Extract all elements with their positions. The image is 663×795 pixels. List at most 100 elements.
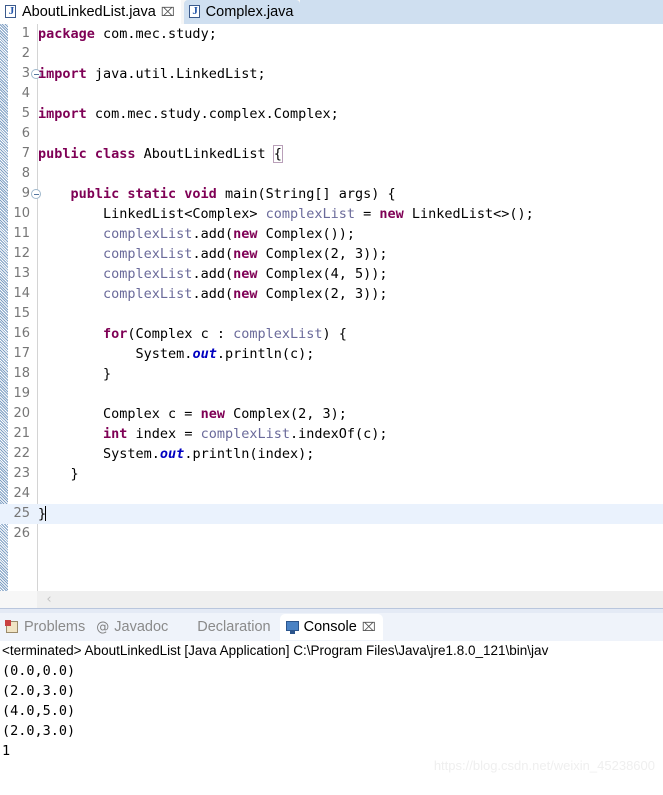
view-tab-javadoc[interactable]: @ Javadoc: [90, 614, 173, 640]
code-token: LinkedList<>();: [411, 206, 534, 222]
code-line[interactable]: 25}: [0, 504, 663, 524]
code-line[interactable]: 22 System.out.println(index);: [0, 444, 663, 464]
code-text: complexList.add(new Complex(2, 3));: [38, 244, 387, 264]
view-tab-label: Console: [303, 619, 357, 635]
editor-horizontal-scrollbar[interactable]: ‹: [0, 591, 663, 608]
code-token: ) {: [322, 326, 347, 342]
code-line[interactable]: 20 Complex c = new Complex(2, 3);: [0, 404, 663, 424]
text-cursor: [45, 506, 47, 521]
console-icon: [285, 620, 300, 635]
code-line[interactable]: 10 LinkedList<Complex> complexList = new…: [0, 204, 663, 224]
code-line[interactable]: 5 import com.mec.study.complex.Complex;: [0, 104, 663, 124]
view-tab-bar: Problems @ Javadoc Declaration Console ⌧: [0, 613, 663, 641]
code-token: Complex());: [265, 226, 355, 242]
code-text: package com.mec.study;: [38, 24, 217, 44]
code-line[interactable]: 17 System.out.println(c);: [0, 344, 663, 364]
code-text: complexList.add(new Complex(4, 5));: [38, 264, 388, 284]
code-line[interactable]: 9 public static void main(String[] args)…: [0, 184, 663, 204]
console-output-area[interactable]: <terminated> AboutLinkedList [Java Appli…: [0, 641, 663, 795]
code-token: package: [38, 26, 104, 42]
code-token: com.mec.study.complex.Complex;: [94, 106, 339, 122]
code-token: LinkedList<Complex>: [38, 206, 266, 222]
view-tab-problems[interactable]: Problems: [0, 614, 90, 640]
code-line[interactable]: 26: [0, 524, 663, 544]
code-token: new: [233, 226, 266, 242]
code-line[interactable]: 4: [0, 84, 663, 104]
code-line[interactable]: 2: [0, 44, 663, 64]
editor-tab-inactive[interactable]: J Complex.java: [183, 0, 300, 24]
code-line[interactable]: 23 }: [0, 464, 663, 484]
code-token: int: [103, 426, 136, 442]
line-number: 22: [13, 446, 30, 461]
code-token: Complex c =: [38, 406, 201, 422]
code-line[interactable]: 1 package com.mec.study;: [0, 24, 663, 44]
code-line[interactable]: 13 complexList.add(new Complex(4, 5));: [0, 264, 663, 284]
java-source-editor[interactable]: 1 package com.mec.study; 2 3 import java.uti…: [0, 24, 663, 608]
line-number: 6: [21, 126, 30, 141]
view-tab-console[interactable]: Console ⌧: [279, 614, 383, 640]
code-text: }: [38, 464, 79, 484]
code-text: System.out.println(c);: [38, 344, 315, 364]
chevron-left-icon[interactable]: ‹: [43, 593, 55, 606]
code-token: AboutLinkedList: [143, 146, 274, 162]
editor-tab-label: Complex.java: [205, 4, 294, 20]
code-text: import com.mec.study.complex.Complex;: [38, 104, 339, 124]
code-line[interactable]: 12 complexList.add(new Complex(2, 3));: [0, 244, 663, 264]
code-text: import java.util.LinkedList;: [38, 64, 266, 84]
close-icon[interactable]: ⌧: [161, 6, 175, 18]
code-line[interactable]: 14 complexList.add(new Complex(2, 3));: [0, 284, 663, 304]
code-line[interactable]: 6: [0, 124, 663, 144]
watermark-text: https://blog.csdn.net/weixin_45238600: [433, 758, 655, 773]
tab-bar-filler: [299, 0, 663, 24]
line-number: 20: [13, 406, 30, 421]
code-lines[interactable]: 1 package com.mec.study; 2 3 import java.uti…: [0, 24, 663, 544]
code-text: public static void main(String[] args) {: [38, 184, 396, 204]
problems-icon: [5, 619, 20, 635]
code-token: import: [38, 66, 95, 82]
java-file-icon: J: [188, 5, 202, 19]
code-token: System.: [38, 446, 160, 462]
code-line[interactable]: 3 import java.util.LinkedList;: [0, 64, 663, 84]
code-line[interactable]: 8: [0, 164, 663, 184]
code-token: .add(: [192, 226, 234, 242]
console-output-line: (2.0,3.0): [2, 723, 76, 739]
line-number: 16: [13, 326, 30, 341]
code-token: Complex(2, 3);: [233, 406, 347, 422]
declaration-icon: [178, 620, 193, 635]
code-text: public class AboutLinkedList {: [38, 144, 283, 164]
eclipse-ide-window: J AboutLinkedList.java ⌧ J Complex.java 1 pac…: [0, 0, 663, 795]
code-text: System.out.println(index);: [38, 444, 314, 464]
line-number: 17: [13, 346, 30, 361]
line-number: 19: [13, 386, 30, 401]
line-number: 5: [21, 106, 30, 121]
code-token: .indexOf(c);: [289, 426, 388, 442]
code-token: complexList: [200, 426, 290, 442]
line-number: 21: [13, 426, 30, 441]
code-line[interactable]: 15: [0, 304, 663, 324]
console-output-line: (4.0,5.0): [2, 703, 76, 719]
editor-tab-bar: J AboutLinkedList.java ⌧ J Complex.java: [0, 0, 663, 24]
code-line[interactable]: 11 complexList.add(new Complex());: [0, 224, 663, 244]
code-line[interactable]: 24: [0, 484, 663, 504]
console-output-line: (0.0,0.0): [2, 663, 76, 679]
scrollbar-track[interactable]: [37, 591, 663, 608]
code-token: .println(index);: [184, 446, 315, 462]
code-line[interactable]: 21 int index = complexList.indexOf(c);: [0, 424, 663, 444]
code-text: }: [38, 364, 111, 384]
code-line[interactable]: 18 }: [0, 364, 663, 384]
code-token: public static void: [70, 186, 225, 202]
code-token: Complex(4, 5));: [265, 266, 388, 282]
code-line[interactable]: 7 public class AboutLinkedList {: [0, 144, 663, 164]
editor-tab-active[interactable]: J AboutLinkedList.java ⌧: [0, 0, 181, 24]
code-line[interactable]: 16 for(Complex c : complexList) {: [0, 324, 663, 344]
line-number: 24: [13, 486, 30, 501]
code-token: new: [379, 206, 412, 222]
view-tab-declaration[interactable]: Declaration: [173, 614, 275, 640]
line-number: 2: [21, 46, 30, 61]
code-token: System.: [38, 346, 193, 362]
close-icon[interactable]: ⌧: [362, 620, 376, 634]
code-line[interactable]: 19: [0, 384, 663, 404]
